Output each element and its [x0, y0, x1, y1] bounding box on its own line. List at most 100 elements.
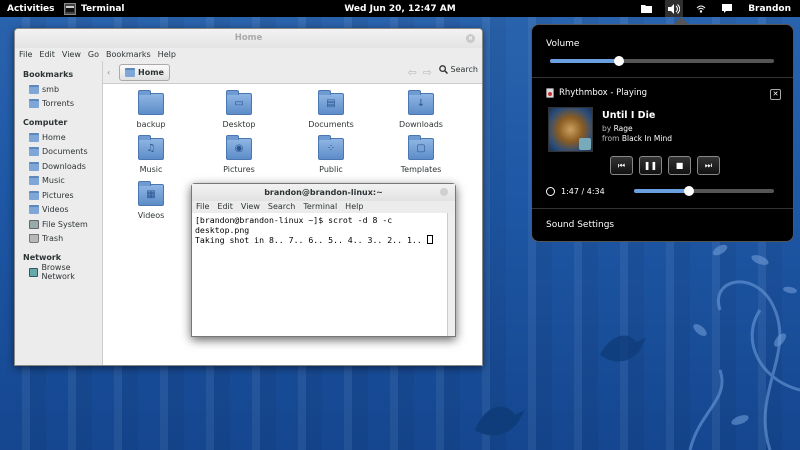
- public-folder-icon: ⁘: [318, 135, 344, 160]
- drive-icon: [29, 219, 39, 229]
- menu-edit[interactable]: Edit: [39, 48, 55, 61]
- sidebar-heading-computer: Computer: [23, 118, 68, 127]
- folder-item-documents[interactable]: ▤ Documents: [296, 90, 366, 129]
- history-navigation: ⇦ ⇨: [408, 66, 432, 79]
- player-header: Rhythmbox - Playing: [546, 88, 647, 98]
- sound-menu-popup: Volume Rhythmbox - Playing ✕ Until I Die…: [531, 24, 794, 242]
- clock[interactable]: Wed Jun 20, 12:47 AM: [344, 4, 455, 14]
- files-tray-item[interactable]: [638, 0, 655, 17]
- back-arrow-icon[interactable]: ⇦: [408, 66, 417, 79]
- folder-item-templates[interactable]: ▢ Templates: [386, 135, 456, 174]
- folder-item-videos[interactable]: ▦ Videos: [116, 181, 186, 220]
- volume-slider[interactable]: [550, 56, 774, 66]
- sidebar-item-torrents[interactable]: Torrents: [15, 97, 102, 112]
- network-icon: [29, 267, 39, 277]
- folder-item-desktop[interactable]: ▭ Desktop: [204, 90, 274, 129]
- terminal-titlebar[interactable]: brandon@brandon-linux:~: [192, 184, 455, 201]
- stop-button[interactable]: ■: [668, 156, 691, 175]
- folder-tray-icon: [641, 5, 653, 13]
- track-album: Black In Mind: [621, 134, 672, 143]
- chevron-left-icon[interactable]: ‹: [107, 68, 119, 77]
- sound-settings-item[interactable]: Sound Settings: [546, 220, 614, 230]
- folder-item-music[interactable]: ♫ Music: [116, 135, 186, 174]
- close-icon[interactable]: ×: [466, 34, 475, 43]
- previous-button[interactable]: ⏮: [610, 156, 633, 175]
- network-tray-item[interactable]: [693, 0, 709, 17]
- sidebar-item-browse-network[interactable]: Browse Network: [15, 263, 102, 281]
- app-menu-label: Terminal: [81, 3, 125, 14]
- app-menu[interactable]: Terminal: [60, 0, 125, 17]
- skip-forward-icon: ⏭: [704, 161, 713, 170]
- sidebar-item-trash[interactable]: Trash: [15, 232, 102, 247]
- terminal-menu-file[interactable]: File: [196, 201, 209, 213]
- track-position-slider[interactable]: [634, 186, 774, 196]
- location-toolbar: ‹ Home ⇦ ⇨ Search: [103, 61, 482, 84]
- terminal-window: brandon@brandon-linux:~ File Edit View S…: [191, 183, 456, 337]
- messaging-tray-item[interactable]: [719, 0, 735, 17]
- folder-icon: [138, 90, 164, 115]
- album-art: [548, 107, 593, 152]
- folder-item-public[interactable]: ⁘ Public: [296, 135, 366, 174]
- sidebar-item-music[interactable]: Music: [15, 174, 102, 189]
- user-name: Brandon: [748, 3, 791, 14]
- forward-arrow-icon[interactable]: ⇨: [423, 66, 432, 79]
- terminal-menu-view[interactable]: View: [241, 201, 260, 213]
- folder-item-backup[interactable]: backup: [116, 90, 186, 129]
- places-sidebar: Bookmarks smb Torrents Computer Home Doc…: [15, 61, 103, 365]
- player-close-button[interactable]: ✕: [770, 89, 781, 100]
- terminal-menu-help[interactable]: Help: [345, 201, 363, 213]
- terminal-app-icon: [64, 2, 76, 15]
- terminal-menu-edit[interactable]: Edit: [217, 201, 233, 213]
- volume-slider-knob[interactable]: [614, 56, 624, 66]
- track-title: Until I Die: [602, 110, 656, 121]
- terminal-menu-terminal[interactable]: Terminal: [303, 201, 337, 213]
- speaker-icon: [668, 3, 681, 14]
- user-menu[interactable]: Brandon: [745, 0, 794, 17]
- sidebar-item-documents[interactable]: Documents: [15, 145, 102, 160]
- chat-bubble-icon: [722, 4, 733, 13]
- menu-file[interactable]: File: [19, 48, 32, 61]
- folder-icon: [29, 99, 39, 109]
- sidebar-item-pictures[interactable]: Pictures: [15, 188, 102, 203]
- file-manager-titlebar[interactable]: Home ×: [15, 29, 482, 48]
- rhythmbox-icon: [546, 88, 554, 98]
- volume-tray-item[interactable]: [665, 0, 684, 17]
- clock-icon: [546, 187, 555, 196]
- sidebar-item-home[interactable]: Home: [15, 130, 102, 145]
- terminal-menu-search[interactable]: Search: [268, 201, 295, 213]
- position-slider-knob[interactable]: [684, 186, 694, 196]
- menu-help[interactable]: Help: [158, 48, 176, 61]
- wifi-icon: [696, 5, 706, 13]
- folder-item-downloads[interactable]: ↓ Downloads: [386, 90, 456, 129]
- music-folder-icon: ♫: [138, 135, 164, 160]
- disc-icon: [579, 138, 591, 150]
- sidebar-item-file-system[interactable]: File System: [15, 217, 102, 232]
- menu-bookmarks[interactable]: Bookmarks: [106, 48, 151, 61]
- terminal-scrollbar[interactable]: [447, 213, 455, 336]
- pause-icon: ❚❚: [643, 161, 658, 170]
- track-artist-line: by Rage: [602, 124, 633, 133]
- sidebar-item-smb[interactable]: smb: [15, 82, 102, 97]
- track-album-line: from Black In Mind: [602, 134, 672, 143]
- terminal-title: brandon@brandon-linux:~: [264, 188, 383, 197]
- activities-button[interactable]: Activities: [0, 4, 60, 14]
- terminal-menubar: File Edit View Search Terminal Help: [192, 201, 455, 213]
- desktop-folder-icon: ▭: [226, 90, 252, 115]
- path-bar-home-button[interactable]: Home: [119, 63, 170, 81]
- folder-item-pictures[interactable]: ◉ Pictures: [204, 135, 274, 174]
- menu-view[interactable]: View: [62, 48, 81, 61]
- terminal-output[interactable]: [brandon@brandon-linux ~]$ scrot -d 8 -c…: [192, 213, 447, 336]
- menu-go[interactable]: Go: [88, 48, 99, 61]
- sidebar-item-downloads[interactable]: Downloads: [15, 159, 102, 174]
- pause-button[interactable]: ❚❚: [639, 156, 662, 175]
- close-icon[interactable]: [440, 188, 448, 196]
- next-button[interactable]: ⏭: [697, 156, 720, 175]
- popup-pointer: [674, 17, 688, 24]
- terminal-line-output: Taking shot in 8.. 7.. 6.. 5.. 4.. 3.. 2…: [195, 235, 422, 245]
- search-button[interactable]: Search: [438, 65, 478, 74]
- text-cursor: [426, 235, 433, 244]
- volume-label: Volume: [546, 39, 580, 49]
- playback-position: 1:47 / 4:34: [561, 187, 605, 196]
- sidebar-item-videos[interactable]: Videos: [15, 203, 102, 218]
- documents-folder-icon: [29, 147, 39, 157]
